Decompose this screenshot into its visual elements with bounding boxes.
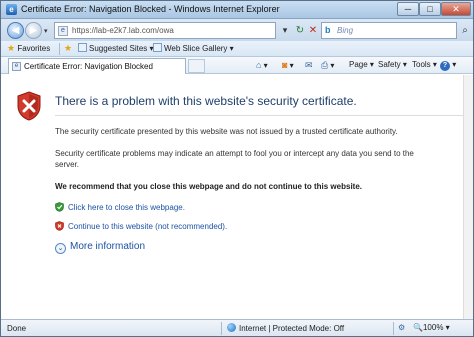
separator <box>59 43 60 55</box>
read-mail-icon[interactable]: ✉ <box>305 60 313 71</box>
red-shield-icon <box>55 221 64 231</box>
maximize-button[interactable]: □ <box>419 2 441 16</box>
title-bar: e Certificate Error: Navigation Blocked … <box>1 1 473 19</box>
address-dropdown-button[interactable]: ▾ <box>278 23 292 38</box>
forward-button[interactable]: ▶ <box>25 22 42 39</box>
window-title: Certificate Error: Navigation Blocked - … <box>21 4 280 14</box>
favorites-label: Favorites <box>17 44 51 53</box>
search-icon[interactable]: ⌕ <box>459 23 471 38</box>
search-placeholder: Bing <box>337 26 354 35</box>
page-content: There is a problem with this website's s… <box>1 75 473 319</box>
stop-icon[interactable]: ✕ <box>307 23 319 38</box>
more-information-toggle[interactable]: ⌄ More information <box>55 241 145 254</box>
recommendation-text: We recommend that you close this webpage… <box>55 182 362 191</box>
search-input[interactable]: b Bing <box>321 22 457 39</box>
page-title: There is a problem with this website's s… <box>55 94 357 108</box>
close-webpage-action[interactable]: Click here to close this webpage. <box>55 202 185 212</box>
separator <box>221 322 222 335</box>
zoom-icon: 🔍 <box>413 323 423 332</box>
vertical-scrollbar[interactable] <box>463 75 473 319</box>
globe-icon <box>227 323 236 332</box>
page-menu[interactable]: Page ▾ <box>349 60 374 69</box>
address-url[interactable]: https://lab-e2k7.lab.com/owa <box>72 26 174 35</box>
security-shield-icon <box>17 91 41 121</box>
more-information-label: More information <box>70 241 146 252</box>
suggested-sites-label: Suggested Sites ▾ <box>89 44 154 53</box>
bing-icon: b <box>325 25 331 35</box>
feeds-icon[interactable]: ◙ ▾ <box>282 60 294 70</box>
tab-title: Certificate Error: Navigation Blocked <box>24 62 153 71</box>
tab-page-icon: e <box>12 62 21 71</box>
zoom-control[interactable]: 🔍100% ▾ <box>413 323 450 332</box>
tab-active[interactable]: e Certificate Error: Navigation Blocked <box>8 58 186 74</box>
recent-pages-dropdown[interactable]: ▾ <box>44 27 48 35</box>
zoom-level: 100% <box>422 323 444 332</box>
suggested-sites-link[interactable]: Suggested Sites ▾ <box>78 43 154 53</box>
green-shield-icon <box>55 202 64 212</box>
web-slice-icon <box>153 43 162 52</box>
tab-bar: e Certificate Error: Navigation Blocked … <box>1 57 473 74</box>
safety-menu[interactable]: Safety ▾ <box>378 60 407 69</box>
forward-icon: ▶ <box>29 25 38 36</box>
status-bar: Done Internet | Protected Mode: Off ⚙ 🔍1… <box>1 319 473 336</box>
web-slice-gallery-link[interactable]: Web Slice Gallery ▾ <box>153 43 234 53</box>
ie-window: e Certificate Error: Navigation Blocked … <box>0 0 474 337</box>
security-zone[interactable]: Internet | Protected Mode: Off <box>227 323 344 333</box>
close-button[interactable]: ✕ <box>441 2 471 16</box>
star-icon: ★ <box>7 43 16 53</box>
print-icon[interactable]: ⎙ ▾ <box>321 60 334 71</box>
zone-label: Internet | Protected Mode: Off <box>239 324 345 333</box>
close-webpage-link[interactable]: Click here to close this webpage. <box>68 203 185 212</box>
protected-mode-icon[interactable]: ⚙ <box>398 323 405 332</box>
favorites-bar: ★ Favorites ★ Suggested Sites ▾ Web Slic… <box>1 41 473 57</box>
address-field[interactable]: e https://lab-e2k7.lab.com/owa <box>54 22 276 39</box>
favorites-button[interactable]: ★ Favorites <box>7 43 50 55</box>
add-favorite-icon[interactable]: ★ <box>64 43 72 54</box>
certificate-warning-text: Security certificate problems may indica… <box>55 149 414 169</box>
suggested-sites-icon <box>78 43 87 52</box>
back-button[interactable]: ◀ <box>7 22 24 39</box>
ie-logo-icon: e <box>6 4 17 15</box>
divider <box>55 115 465 116</box>
tools-menu[interactable]: Tools ▾ <box>412 60 437 69</box>
help-icon[interactable]: ? ▾ <box>440 60 456 71</box>
continue-link[interactable]: Continue to this website (not recommende… <box>68 222 227 231</box>
continue-action[interactable]: Continue to this website (not recommende… <box>55 221 227 231</box>
refresh-icon[interactable]: ↻ <box>294 23 306 38</box>
page-icon: e <box>58 26 68 36</box>
certificate-authority-text: The security certificate presented by th… <box>55 127 398 136</box>
web-slice-gallery-label: Web Slice Gallery ▾ <box>164 44 234 53</box>
minimize-button[interactable]: ─ <box>397 2 419 16</box>
status-text: Done <box>7 324 27 333</box>
new-tab-button[interactable] <box>188 59 205 73</box>
separator <box>393 322 394 335</box>
back-icon: ◀ <box>11 25 20 36</box>
expand-chevron-icon: ⌄ <box>55 243 66 254</box>
home-icon[interactable]: ⌂ ▾ <box>256 60 268 70</box>
address-row: ◀ ▶ ▾ e https://lab-e2k7.lab.com/owa ▾ ↻… <box>1 19 473 41</box>
